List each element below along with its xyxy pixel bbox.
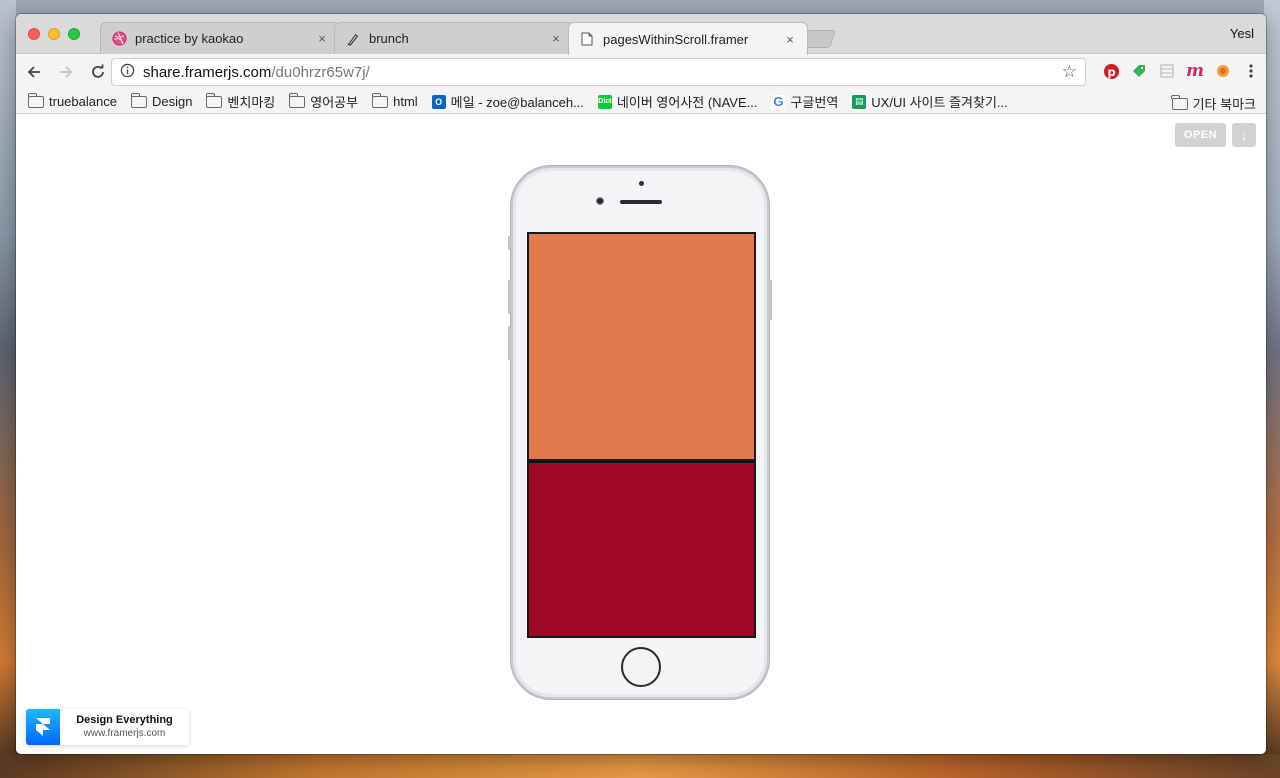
brunch-pen-icon [345,31,361,47]
open-button[interactable]: OPEN [1175,123,1226,147]
folder-icon [27,92,44,108]
tab-pageswithinscroll[interactable]: pagesWithinScroll.framer × [568,22,808,55]
earpiece-speaker [620,200,662,204]
sheets-icon: ▤ [852,94,867,109]
tab-close-button[interactable]: × [549,31,563,46]
page-content: OPEN ↓ Design Everything www.framerjs.co… [16,115,1266,754]
back-button[interactable] [20,58,48,86]
bookmark-uxui-sites[interactable]: ▤ UX/UI 사이트 즐겨찾기... [852,92,1008,111]
scroll-page-red[interactable] [529,463,754,636]
bookmark-label: 벤치마킹 [227,95,276,110]
bookmarks-bar: truebalance Design 벤치마킹 영어공부 html O 메일 - … [16,90,1266,114]
bookmark-label: Design [151,94,193,109]
badge-subtitle: www.framerjs.com [83,728,166,739]
browser-toolbar: share.framerjs.com/du0hrzr65w7j/ ☆ p m [16,54,1266,90]
volume-up-button [508,280,511,314]
tab-title: practice by kaokao [135,31,244,46]
forward-button[interactable] [52,58,80,86]
front-camera [596,197,604,205]
desktop-wallpaper-left [0,0,16,778]
desktop-wallpaper-bottom [0,754,1280,778]
fox-extension-icon[interactable] [1214,62,1232,80]
menu-dots-icon[interactable] [1242,62,1260,80]
pinterest-icon[interactable]: p [1102,62,1120,80]
tab-title: brunch [369,31,409,46]
iphone-device-frame [508,166,772,699]
close-window-button[interactable] [28,28,40,40]
folder-icon [130,92,147,108]
naver-dict-icon: Dict [597,94,612,109]
folder-icon [371,92,389,108]
framer-logo-icon [26,709,60,745]
address-bar[interactable]: share.framerjs.com/du0hrzr65w7j/ ☆ [111,58,1086,86]
download-button[interactable]: ↓ [1232,123,1256,147]
dribbble-icon [111,31,127,47]
reload-icon [92,64,104,78]
bookmark-naver-dictionary[interactable]: Dict 네이버 영어사전 (NAVE... [597,92,758,111]
bookmark-folder-html[interactable]: html [371,92,418,109]
tab-brunch[interactable]: brunch × [334,22,574,54]
document-icon [579,31,595,47]
evernote-tag-icon[interactable] [1130,62,1148,80]
bookmark-label: truebalance [49,94,117,109]
bookmark-folder-truebalance[interactable]: truebalance [27,92,117,109]
bookmark-label: 네이버 영어사전 (NAVE... [616,95,758,110]
badge-title: Design Everything [76,714,173,726]
folder-icon [1171,94,1188,110]
desktop-wallpaper-right [1264,0,1280,778]
zoom-window-button[interactable] [68,28,80,40]
folder-icon [288,92,306,108]
arrow-left-icon [27,66,40,78]
bookmark-google-translate[interactable]: G 구글번역 [771,92,838,111]
arrow-down-icon: ↓ [1240,127,1248,143]
prototype-screen[interactable] [527,232,756,638]
profile-name[interactable]: Yesl [1230,26,1254,41]
bookmark-label: html [393,94,418,109]
bookmark-mail[interactable]: O 메일 - zoe@balanceh... [431,92,584,111]
tab-close-button[interactable]: × [783,32,797,47]
google-icon: G [771,94,786,109]
extension-grid-icon[interactable] [1158,62,1176,80]
bookmark-label: 메일 - zoe@balanceh... [450,95,584,110]
info-icon[interactable] [120,63,135,81]
browser-window: practice by kaokao × brunch × pagesWithi… [16,14,1266,754]
bookmark-folder-other[interactable]: 기타 북마크 [1171,94,1256,113]
minimize-window-button[interactable] [48,28,60,40]
bookmark-folder-english-study[interactable]: 영어공부 [288,92,359,111]
power-button [769,280,772,320]
arrow-right-icon [60,66,73,78]
extensions-area: p m [1102,61,1260,81]
bookmark-label: 기타 북마크 [1192,97,1256,112]
tab-practice-by-kaokao[interactable]: practice by kaokao × [100,22,340,54]
tab-strip: practice by kaokao × brunch × pagesWithi… [16,14,1266,55]
outlook-icon: O [431,94,446,109]
framer-badge[interactable]: Design Everything www.framerjs.com [26,709,189,745]
mute-switch [508,236,511,250]
proximity-sensor [639,181,644,186]
bookmark-folder-design[interactable]: Design [130,92,193,109]
tab-title: pagesWithinScroll.framer [603,31,749,47]
bookmark-label: 영어공부 [310,95,359,110]
volume-down-button [508,326,511,360]
bookmark-folder-benchmarking[interactable]: 벤치마킹 [206,92,275,111]
home-button [621,647,661,687]
mercury-reader-icon[interactable]: m [1186,61,1204,81]
folder-icon [206,92,223,108]
url-host: share.framerjs.com [143,63,272,81]
bookmark-label: UX/UI 사이트 즐겨찾기... [871,95,1008,110]
tab-close-button[interactable]: × [315,31,329,46]
reload-button[interactable] [84,58,112,86]
bookmark-star-icon[interactable]: ☆ [1062,62,1077,82]
svg-text:p: p [1107,64,1115,78]
url-path: /du0hrzr65w7j/ [271,63,370,81]
bookmark-label: 구글번역 [790,95,839,110]
scroll-page-orange[interactable] [529,234,754,461]
